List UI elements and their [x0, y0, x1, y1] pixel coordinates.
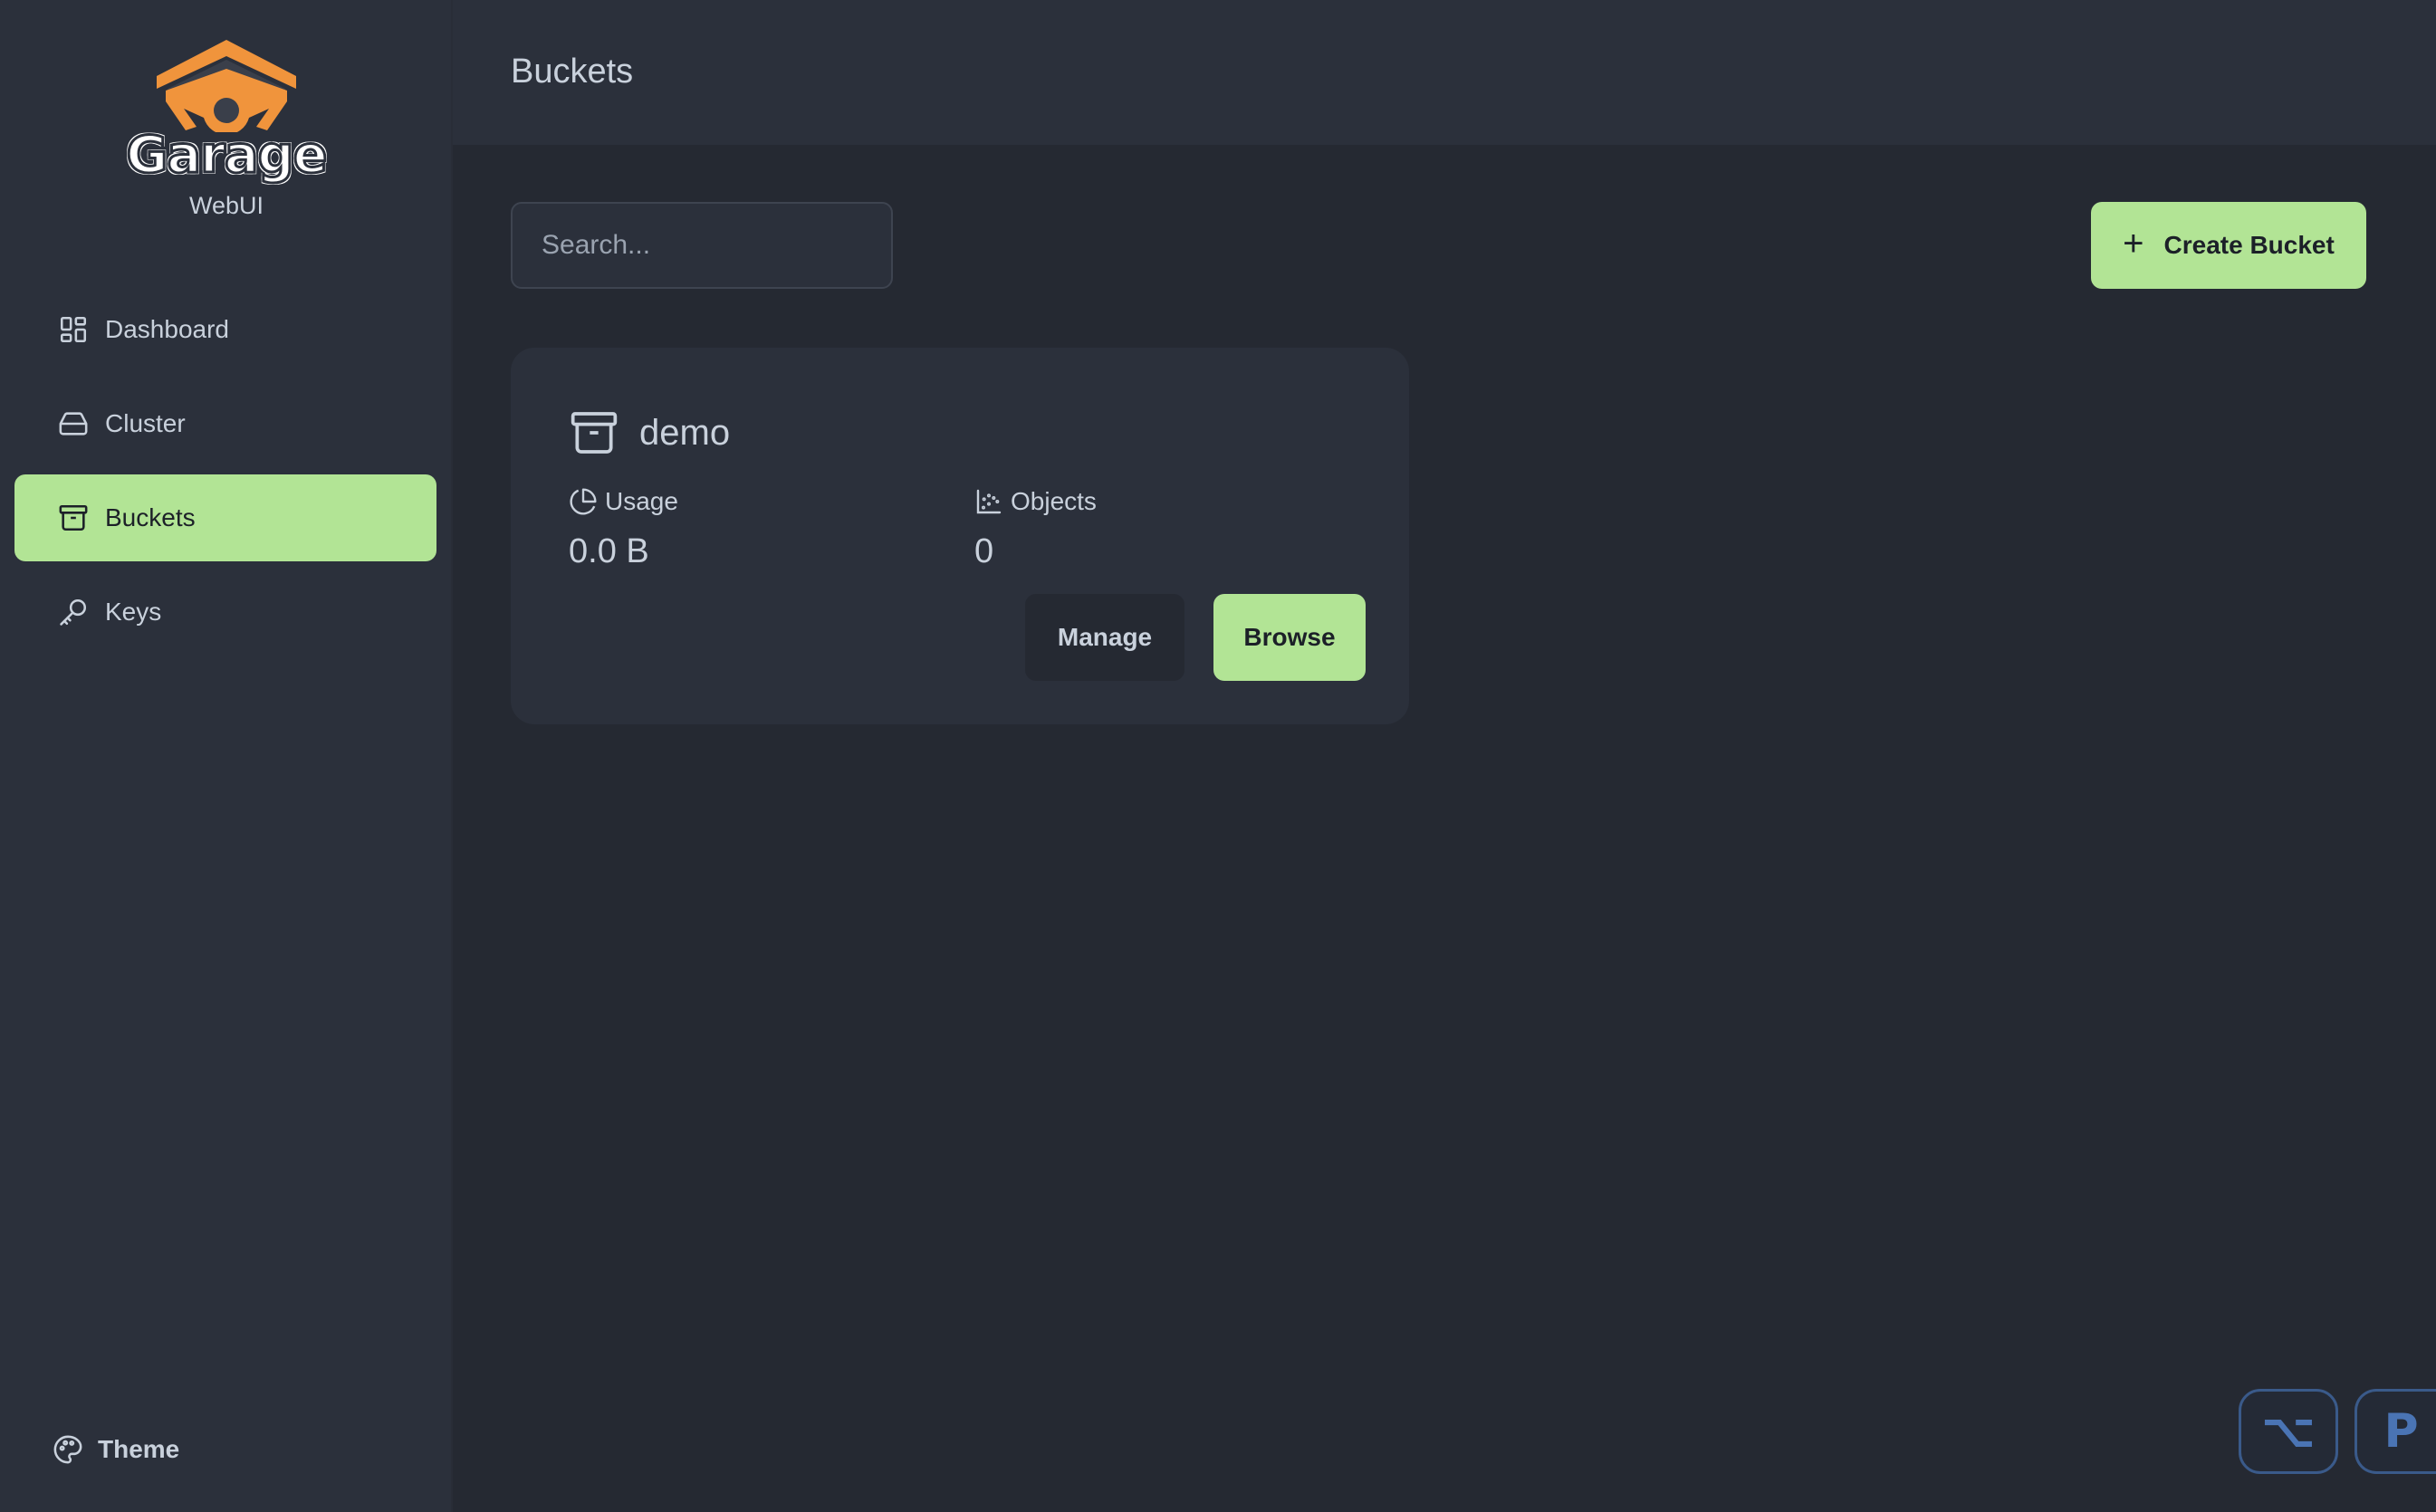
plus-icon: + [2123, 224, 2144, 263]
sidebar-item-keys[interactable]: Keys [14, 569, 436, 656]
sidebar-item-label: Cluster [105, 409, 186, 437]
archive-box-icon [58, 502, 89, 533]
usage-stat: Usage 0.0 B [569, 487, 678, 571]
pie-chart-icon [569, 487, 598, 516]
bucket-card-title: demo [569, 407, 730, 458]
sidebar-item-label: Dashboard [105, 315, 229, 343]
create-bucket-button[interactable]: + Create Bucket [2091, 202, 2366, 289]
sidebar-item-dashboard[interactable]: Dashboard [14, 286, 436, 373]
bucket-name: demo [639, 412, 731, 453]
archive-box-icon [569, 407, 619, 458]
sidebar-item-buckets[interactable]: Buckets [14, 474, 436, 561]
create-bucket-label: Create Bucket [2163, 231, 2335, 259]
sidebar-item-label: Buckets [105, 503, 196, 531]
sidebar-item-label: Keys [105, 598, 162, 626]
objects-stat: Objects 0 [974, 487, 1097, 571]
search-input[interactable] [511, 202, 893, 289]
garage-logo-icon [157, 40, 296, 132]
logo-subtitle: WebUI [188, 192, 264, 219]
usage-label: Usage [605, 487, 678, 515]
theme-label: Theme [98, 1435, 180, 1463]
theme-button[interactable]: Theme [53, 1434, 179, 1465]
browse-button[interactable]: Browse [1213, 594, 1366, 681]
p-badge[interactable]: P [2354, 1389, 2436, 1474]
logo-wordmark: Garage [125, 126, 329, 185]
logo[interactable]: Garage WebUI [0, 33, 453, 220]
usage-value: 0.0 B [569, 532, 649, 570]
page-title: Buckets [511, 53, 634, 91]
objects-value: 0 [974, 532, 994, 570]
dashboard-grid-icon [58, 314, 89, 345]
sidebar: Garage WebUI Dashboard Cluster Buckets K… [0, 0, 453, 1512]
palette-icon [53, 1434, 83, 1465]
bucket-card: demo Usage 0.0 B Objects 0 Manage Browse [511, 348, 1409, 724]
objects-label: Objects [1011, 487, 1097, 515]
app-root: Garage WebUI Dashboard Cluster Buckets K… [0, 0, 2436, 1512]
sidebar-item-cluster[interactable]: Cluster [14, 380, 436, 467]
hard-drive-icon [58, 408, 89, 439]
sidebar-nav: Dashboard Cluster Buckets Keys [14, 286, 436, 663]
manage-button[interactable]: Manage [1025, 594, 1184, 681]
scatter-chart-icon [974, 487, 1003, 516]
top-header: Buckets [453, 0, 2436, 145]
option-key-badge[interactable]: ⌥ [2239, 1389, 2338, 1474]
key-icon [58, 597, 89, 627]
